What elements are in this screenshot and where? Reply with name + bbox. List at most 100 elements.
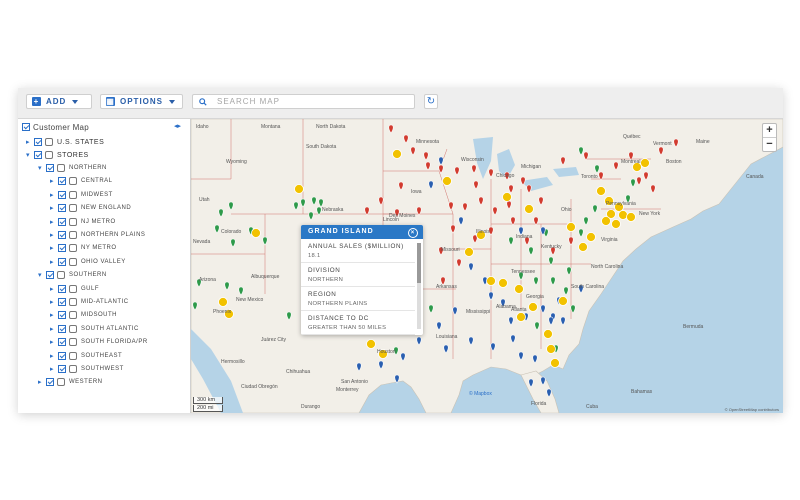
checkbox[interactable] — [58, 217, 66, 226]
checkbox[interactable] — [58, 338, 66, 347]
chevron-right-icon[interactable]: ▸ — [50, 244, 58, 252]
store-cluster[interactable] — [218, 297, 228, 307]
chevron-right-icon[interactable]: ▸ — [50, 204, 58, 212]
tree-item-stores[interactable]: ▾ STORES — [26, 149, 89, 161]
chevron-right-icon[interactable]: ▸ — [50, 177, 58, 185]
checkbox[interactable] — [46, 271, 54, 280]
checkbox[interactable] — [58, 190, 66, 199]
checkbox[interactable] — [58, 284, 66, 293]
chevron-right-icon[interactable]: ▸ — [50, 338, 58, 346]
store-cluster[interactable] — [514, 284, 524, 294]
refresh-button[interactable]: ↻ — [424, 94, 438, 109]
popup-scrollbar[interactable] — [417, 243, 421, 329]
layer-icon — [45, 151, 53, 159]
store-cluster[interactable] — [502, 192, 512, 202]
tree-subitem[interactable]: ▸ NJ METRO — [50, 216, 116, 228]
chevron-right-icon[interactable]: ▸ — [50, 218, 58, 226]
store-cluster[interactable] — [516, 312, 526, 322]
tree-subitem[interactable]: ▸ CENTRAL — [50, 175, 113, 187]
store-cluster[interactable] — [558, 296, 568, 306]
checkbox[interactable] — [58, 257, 66, 266]
store-cluster[interactable] — [618, 210, 628, 220]
checkbox[interactable] — [58, 204, 66, 213]
chevron-right-icon[interactable]: ▸ — [50, 352, 58, 360]
chevron-right-icon[interactable]: ▸ — [50, 365, 58, 373]
chevron-right-icon[interactable]: ▸ — [50, 325, 58, 333]
chevron-right-icon[interactable]: ▸ — [26, 138, 34, 146]
checkbox[interactable] — [34, 151, 42, 159]
store-cluster[interactable] — [528, 302, 538, 312]
checkbox[interactable] — [58, 298, 66, 306]
store-cluster[interactable] — [442, 176, 452, 186]
store-cluster[interactable] — [626, 212, 636, 222]
chevron-right-icon[interactable]: ▸ — [38, 378, 46, 386]
store-cluster[interactable] — [294, 184, 304, 194]
store-cluster[interactable] — [611, 219, 621, 229]
chevron-right-icon[interactable]: ▸ — [50, 191, 58, 199]
close-icon[interactable]: × — [408, 228, 418, 238]
checkbox[interactable] — [22, 123, 30, 131]
tree-subitem[interactable]: ▸ MID-ATLANTIC — [50, 296, 129, 308]
checkbox[interactable] — [34, 138, 42, 146]
checkbox[interactable] — [58, 231, 66, 239]
collapse-panel-icon[interactable]: ◂▸ — [174, 122, 181, 130]
tree-subitem[interactable]: ▸ MIDWEST — [50, 189, 113, 201]
checkbox[interactable] — [58, 365, 66, 373]
tree-subitem[interactable]: ▸ GULF — [50, 283, 99, 295]
chevron-right-icon[interactable]: ▸ — [50, 298, 58, 306]
tree-group[interactable]: ▸ WESTERN — [38, 376, 103, 388]
store-cluster[interactable] — [596, 186, 606, 196]
store-cluster[interactable] — [366, 339, 376, 349]
chevron-right-icon[interactable]: ▸ — [50, 285, 58, 293]
checkbox[interactable] — [46, 164, 54, 172]
add-button[interactable]: + ADD — [26, 94, 92, 109]
store-cluster[interactable] — [251, 228, 261, 238]
tree-subitem[interactable]: ▸ SOUTH FLORIDA/PR — [50, 336, 148, 348]
store-cluster[interactable] — [392, 149, 402, 159]
tree-subitem[interactable]: ▸ SOUTH ATLANTIC — [50, 323, 139, 335]
tree-subitem[interactable]: ▸ NY METRO — [50, 242, 117, 254]
store-cluster[interactable] — [524, 204, 534, 214]
tree-subitem[interactable]: ▸ NORTHERN PLAINS — [50, 229, 145, 241]
options-button[interactable]: ▦ OPTIONS — [100, 94, 183, 109]
chevron-right-icon[interactable]: ▸ — [50, 258, 58, 266]
checkbox[interactable] — [58, 311, 66, 320]
mapbox-watermark[interactable]: © Mapbox — [469, 391, 492, 397]
tree-root[interactable]: Customer Map — [22, 121, 89, 133]
store-cluster[interactable] — [486, 276, 496, 286]
store-cluster[interactable] — [498, 278, 508, 288]
tree-group[interactable]: ▾ NORTHERN — [38, 162, 107, 174]
store-cluster[interactable] — [464, 247, 474, 257]
chevron-down-icon[interactable]: ▾ — [38, 164, 46, 172]
tree-subitem[interactable]: ▸ SOUTHEAST — [50, 350, 122, 362]
tree-subitem[interactable]: ▸ MIDSOUTH — [50, 309, 117, 321]
checkbox[interactable] — [58, 324, 66, 333]
chevron-right-icon[interactable]: ▸ — [50, 311, 58, 319]
tree-subitem[interactable]: ▸ SOUTHWEST — [50, 363, 124, 375]
tree-subitem[interactable]: ▸ OHIO VALLEY — [50, 256, 126, 268]
store-cluster[interactable] — [586, 232, 596, 242]
chevron-down-icon[interactable]: ▾ — [38, 271, 46, 279]
chevron-down-icon[interactable]: ▾ — [26, 151, 34, 159]
zoom-in-button[interactable]: + — [763, 124, 776, 138]
store-cluster[interactable] — [550, 358, 560, 368]
tree-subitem[interactable]: ▸ NEW ENGLAND — [50, 202, 131, 214]
store-cluster[interactable] — [566, 222, 576, 232]
store-cluster[interactable] — [578, 242, 588, 252]
store-cluster[interactable] — [543, 329, 553, 339]
checkbox[interactable] — [58, 351, 66, 360]
store-cluster[interactable] — [601, 216, 611, 226]
store-cluster[interactable] — [546, 344, 556, 354]
map-svg[interactable] — [191, 119, 783, 413]
map-canvas[interactable]: NebraskaDes MoinesChicagoOhioKansasOklah… — [191, 119, 783, 413]
map-attribution[interactable]: © OpenStreetMap contributors — [725, 407, 779, 412]
checkbox[interactable] — [46, 378, 54, 387]
checkbox[interactable] — [58, 177, 66, 186]
chevron-right-icon[interactable]: ▸ — [50, 231, 58, 239]
tree-item-us-states[interactable]: ▸ U.S. STATES — [26, 136, 104, 148]
search-input[interactable] — [215, 96, 409, 107]
zoom-out-button[interactable]: − — [763, 138, 776, 151]
checkbox[interactable] — [58, 244, 66, 253]
tree-group[interactable]: ▾ SOUTHERN — [38, 269, 107, 281]
store-cluster[interactable] — [640, 158, 650, 168]
